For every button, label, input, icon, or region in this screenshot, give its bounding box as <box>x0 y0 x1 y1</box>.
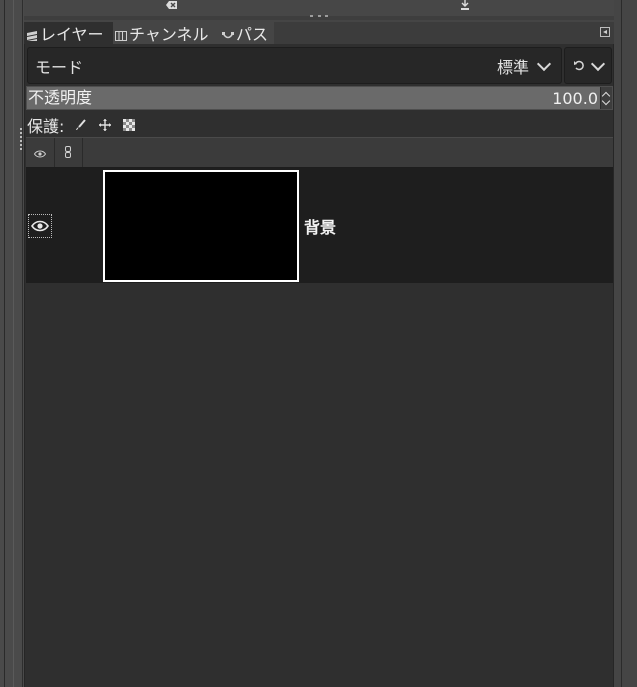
mode-reset-button[interactable] <box>564 47 612 84</box>
left-dock-edge <box>0 0 24 687</box>
lock-row: 保護: <box>27 114 612 136</box>
tab-paths[interactable]: パス <box>220 22 274 44</box>
tab-paths-label: パス <box>236 25 269 44</box>
layer-visibility-toggle[interactable] <box>28 214 52 238</box>
mode-label: モード <box>35 57 84 77</box>
chain-column-header[interactable] <box>54 138 83 167</box>
opacity-stepper[interactable] <box>600 87 612 109</box>
tab-channels-label: チャンネル <box>129 25 209 44</box>
layer-name[interactable]: 背景 <box>304 214 336 238</box>
layers-panel: モード 標準 不透明度 100.0 保護: 背景 <box>24 44 614 687</box>
opacity-value[interactable]: 100.0 <box>552 88 598 109</box>
chevron-down-icon[interactable] <box>601 96 611 106</box>
lock-alpha-icon[interactable] <box>122 118 136 132</box>
tab-menu-icon[interactable] <box>600 27 610 37</box>
chain-icon <box>64 143 72 162</box>
import-icon[interactable] <box>460 0 470 12</box>
clear-icon[interactable] <box>166 0 178 12</box>
mode-dropdown[interactable]: モード 標準 <box>27 47 562 84</box>
channels-icon <box>115 27 127 41</box>
layer-list-header <box>26 137 613 168</box>
chevron-down-icon <box>536 56 552 71</box>
right-dock-edge <box>613 0 637 687</box>
mode-value: 標準 <box>496 57 529 77</box>
lock-position-icon[interactable] <box>98 118 112 132</box>
layer-thumbnail[interactable] <box>103 170 299 282</box>
reset-icon <box>573 56 585 75</box>
lock-pixels-icon[interactable] <box>74 118 88 132</box>
eye-icon <box>31 217 49 236</box>
chevron-down-icon <box>590 56 606 71</box>
opacity-spinscale[interactable]: 不透明度 100.0 <box>26 86 613 110</box>
paths-icon <box>222 27 234 39</box>
layers-icon <box>26 27 38 41</box>
opacity-label: 不透明度 <box>28 88 93 107</box>
tab-layers[interactable]: レイヤー <box>24 22 113 44</box>
panel-separator-grip[interactable] <box>310 15 328 19</box>
layers-dock: レイヤー チャンネル パス モード 標準 不透明度 100.0 保護: 背景 <box>0 0 637 687</box>
eye-icon <box>33 143 47 162</box>
tab-channels[interactable]: チャンネル <box>113 22 220 44</box>
tab-layers-label: レイヤー <box>40 25 104 44</box>
lock-label: 保護: <box>27 117 65 136</box>
mode-row: モード 標準 <box>27 47 612 84</box>
dock-tab-bar: レイヤー チャンネル パス <box>24 22 614 44</box>
layer-row[interactable]: 背景 <box>26 168 613 283</box>
visibility-column-header[interactable] <box>26 138 55 167</box>
